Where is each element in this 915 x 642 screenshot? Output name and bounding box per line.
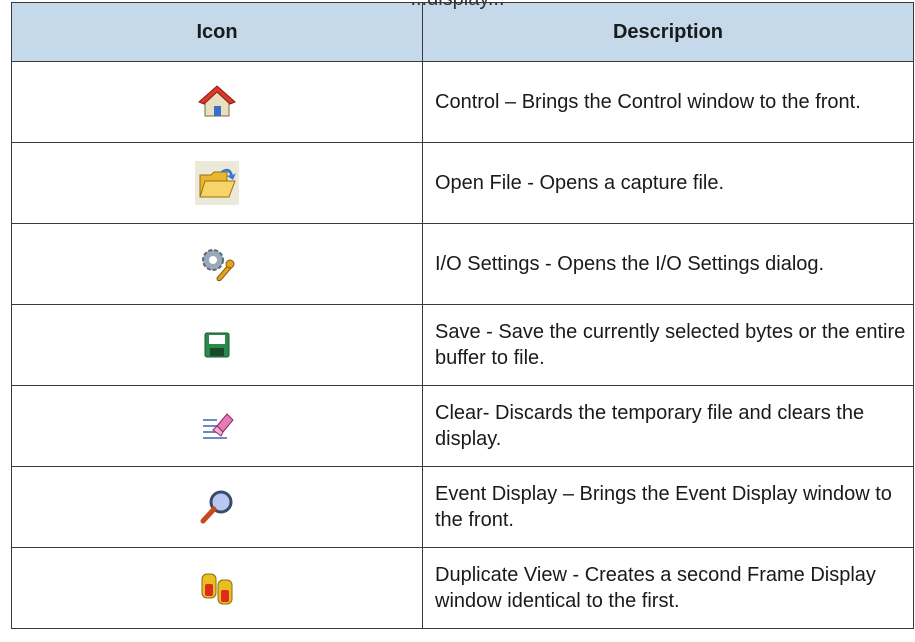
duplicate-view-icon [197, 568, 237, 608]
eraser-icon [197, 406, 237, 446]
table-header-row: Icon Description [11, 2, 914, 62]
icon-description-table: Icon Description Control – Brings the Co… [11, 2, 914, 629]
table-row: I/O Settings - Opens the I/O Settings di… [11, 223, 914, 305]
description-cell: Clear- Discards the temporary file and c… [422, 385, 914, 467]
description-cell: Control – Brings the Control window to t… [422, 61, 914, 143]
home-icon [197, 82, 237, 122]
description-cell: Open File - Opens a capture file. [422, 142, 914, 224]
header-icon: Icon [11, 2, 423, 62]
table-row: Control – Brings the Control window to t… [11, 61, 914, 143]
table-row: Duplicate View - Creates a second Frame … [11, 547, 914, 629]
open-folder-icon [197, 163, 237, 203]
table-row: Save - Save the currently selected bytes… [11, 304, 914, 386]
gear-wrench-icon [197, 244, 237, 284]
table-row: Clear- Discards the temporary file and c… [11, 385, 914, 467]
table-row: Open File - Opens a capture file. [11, 142, 914, 224]
table-row: Event Display – Brings the Event Display… [11, 466, 914, 548]
header-description: Description [422, 2, 914, 62]
description-cell: Duplicate View - Creates a second Frame … [422, 547, 914, 629]
description-cell: Event Display – Brings the Event Display… [422, 466, 914, 548]
description-cell: Save - Save the currently selected bytes… [422, 304, 914, 386]
description-cell: I/O Settings - Opens the I/O Settings di… [422, 223, 914, 305]
table-caption: ...display... [0, 0, 915, 11]
magnifier-icon [197, 487, 237, 527]
floppy-disk-icon [197, 325, 237, 365]
